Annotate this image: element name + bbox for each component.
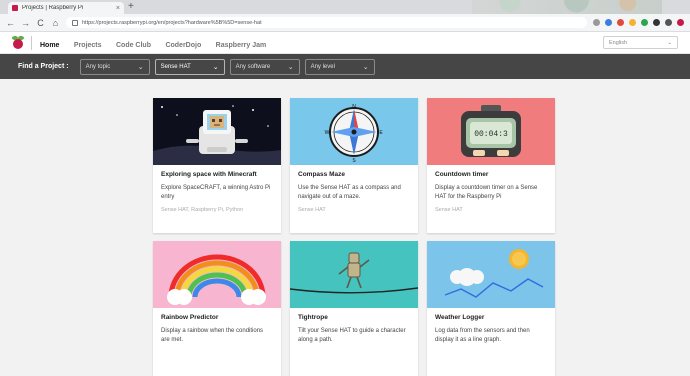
address-bar[interactable]: https://projects.raspberrypi.org/en/proj… bbox=[66, 17, 587, 28]
svg-text:S: S bbox=[352, 158, 356, 164]
home-button[interactable]: ⌂ bbox=[51, 18, 60, 28]
project-title: Exploring space with Minecraft bbox=[161, 171, 257, 178]
nav-projects[interactable]: Projects bbox=[74, 42, 102, 49]
project-description: Explore SpaceCRAFT, a winning Astro Pi e… bbox=[161, 185, 271, 200]
topic-filter-value: Any topic bbox=[85, 63, 111, 70]
project-thumbnail bbox=[153, 98, 281, 165]
tightrope-character-icon bbox=[290, 252, 418, 294]
chevron-down-icon: ⌄ bbox=[137, 63, 144, 71]
forward-button[interactable]: → bbox=[21, 18, 30, 28]
svg-text:W: W bbox=[325, 130, 330, 136]
language-value: English bbox=[609, 39, 628, 46]
weather-graph-icon bbox=[444, 249, 544, 298]
site-nav: Home Projects Code Club CoderDojo Raspbe… bbox=[40, 34, 276, 52]
software-filter[interactable]: Any software ⌄ bbox=[229, 58, 300, 75]
filter-bar: Find a Project : Any topic ⌄ Sense HAT ⌄… bbox=[0, 54, 690, 79]
rainbow-icon bbox=[167, 254, 266, 305]
level-filter-value: Any level bbox=[310, 63, 335, 70]
project-card-body: Countdown timer Display a countdown time… bbox=[427, 165, 555, 219]
project-tags: Sense HAT bbox=[298, 207, 326, 213]
project-description: Display a countdown timer on a Sense HAT… bbox=[435, 185, 538, 200]
project-card-tightrope[interactable]: Tightrope Tilt your Sense HAT to guide a… bbox=[290, 241, 418, 376]
extension-icon[interactable] bbox=[629, 19, 636, 26]
project-card-body: Weather Logger Log data from the sensors… bbox=[427, 308, 555, 350]
project-title: Countdown timer bbox=[435, 171, 489, 178]
chevron-down-icon: ⌄ bbox=[362, 63, 369, 71]
project-thumbnail: N E S W bbox=[290, 98, 418, 165]
level-filter[interactable]: Any level ⌄ bbox=[304, 58, 375, 75]
project-thumbnail: 00:04:3 bbox=[427, 98, 555, 165]
project-thumbnail bbox=[153, 241, 281, 308]
project-title: Compass Maze bbox=[298, 171, 345, 178]
chevron-down-icon: ⌄ bbox=[212, 63, 219, 71]
project-title: Weather Logger bbox=[435, 314, 485, 321]
hardware-filter-value: Sense HAT bbox=[160, 63, 191, 70]
extension-icon[interactable] bbox=[665, 19, 672, 26]
logo-berry bbox=[13, 38, 23, 49]
project-thumbnail bbox=[427, 241, 555, 308]
extensions-area bbox=[593, 19, 684, 26]
project-card-compass-maze[interactable]: N E S W Compass Maze Use the Sense HAT a… bbox=[290, 98, 418, 233]
project-card-minecraft[interactable]: Exploring space with Minecraft Explore S… bbox=[153, 98, 281, 233]
project-tags: Sense HAT bbox=[435, 207, 463, 213]
raspberry-pi-logo-icon[interactable] bbox=[12, 35, 24, 50]
project-card-body: Exploring space with Minecraft Explore S… bbox=[153, 165, 281, 219]
nav-coderdojo[interactable]: CoderDojo bbox=[165, 42, 201, 49]
project-card-body: Tightrope Tilt your Sense HAT to guide a… bbox=[290, 308, 418, 350]
brand-divider bbox=[31, 35, 32, 50]
topic-filter[interactable]: Any topic ⌄ bbox=[79, 58, 150, 75]
extension-icon[interactable] bbox=[605, 19, 612, 26]
project-description: Display a rainbow when the conditions ar… bbox=[161, 328, 264, 343]
astronaut-icon bbox=[153, 105, 281, 165]
site-header: Home Projects Code Club CoderDojo Raspbe… bbox=[0, 32, 690, 54]
project-description: Use the Sense HAT as a compass and navig… bbox=[298, 185, 401, 200]
back-button[interactable]: ← bbox=[6, 18, 15, 28]
project-card-countdown-timer[interactable]: 00:04:3 Countdown timer Display a countd… bbox=[427, 98, 555, 233]
project-title: Tightrope bbox=[298, 314, 328, 321]
project-card-body: Rainbow Predictor Display a rainbow when… bbox=[153, 308, 281, 350]
project-grid: Exploring space with Minecraft Explore S… bbox=[153, 98, 556, 376]
timer-text: 00:04:3 bbox=[474, 130, 508, 139]
tab-favicon-icon bbox=[12, 5, 18, 11]
hardware-filter[interactable]: Sense HAT ⌄ bbox=[154, 58, 225, 75]
reload-button[interactable]: C bbox=[36, 18, 45, 28]
language-select[interactable]: English ⌄ bbox=[603, 36, 678, 49]
svg-text:E: E bbox=[379, 130, 383, 136]
project-thumbnail bbox=[290, 241, 418, 308]
project-description: Tilt your Sense HAT to guide a character… bbox=[298, 328, 406, 343]
project-title: Rainbow Predictor bbox=[161, 314, 219, 321]
software-filter-value: Any software bbox=[235, 63, 271, 70]
svg-text:N: N bbox=[352, 104, 356, 110]
browser-tab[interactable]: Projects | Raspberry Pi × bbox=[8, 2, 124, 14]
chevron-down-icon: ⌄ bbox=[667, 39, 672, 46]
browser-tabbar: Projects | Raspberry Pi × + bbox=[0, 0, 690, 14]
extension-icon[interactable] bbox=[617, 19, 624, 26]
project-card-weather-logger[interactable]: Weather Logger Log data from the sensors… bbox=[427, 241, 555, 376]
stopwatch-icon: 00:04:3 bbox=[461, 105, 521, 157]
new-tab-button[interactable]: + bbox=[128, 1, 134, 13]
browser-theme-art bbox=[472, 0, 662, 14]
browser-toolbar: ← → C ⌂ https://projects.raspberrypi.org… bbox=[0, 14, 690, 32]
address-url: https://projects.raspberrypi.org/en/proj… bbox=[82, 19, 262, 26]
extension-icon[interactable] bbox=[677, 19, 684, 26]
extension-icon[interactable] bbox=[641, 19, 648, 26]
filter-label: Find a Project : bbox=[18, 63, 69, 70]
project-card-rainbow-predictor[interactable]: Rainbow Predictor Display a rainbow when… bbox=[153, 241, 281, 376]
extension-icon[interactable] bbox=[653, 19, 660, 26]
nav-raspberry-jam[interactable]: Raspberry Jam bbox=[216, 42, 267, 49]
lock-icon bbox=[72, 19, 78, 26]
project-card-body: Compass Maze Use the Sense HAT as a comp… bbox=[290, 165, 418, 219]
nav-home[interactable]: Home bbox=[40, 42, 59, 49]
project-tags: Sense HAT, Raspberry Pi, Python bbox=[161, 207, 244, 213]
chevron-down-icon: ⌄ bbox=[287, 63, 294, 71]
compass-icon: N E S W bbox=[325, 104, 384, 164]
star-icon[interactable] bbox=[593, 19, 600, 26]
tab-close-icon[interactable]: × bbox=[116, 5, 120, 12]
tab-title: Projects | Raspberry Pi bbox=[22, 5, 84, 11]
project-description: Log data from the sensors and then displ… bbox=[435, 328, 530, 343]
nav-code-club[interactable]: Code Club bbox=[116, 42, 151, 49]
